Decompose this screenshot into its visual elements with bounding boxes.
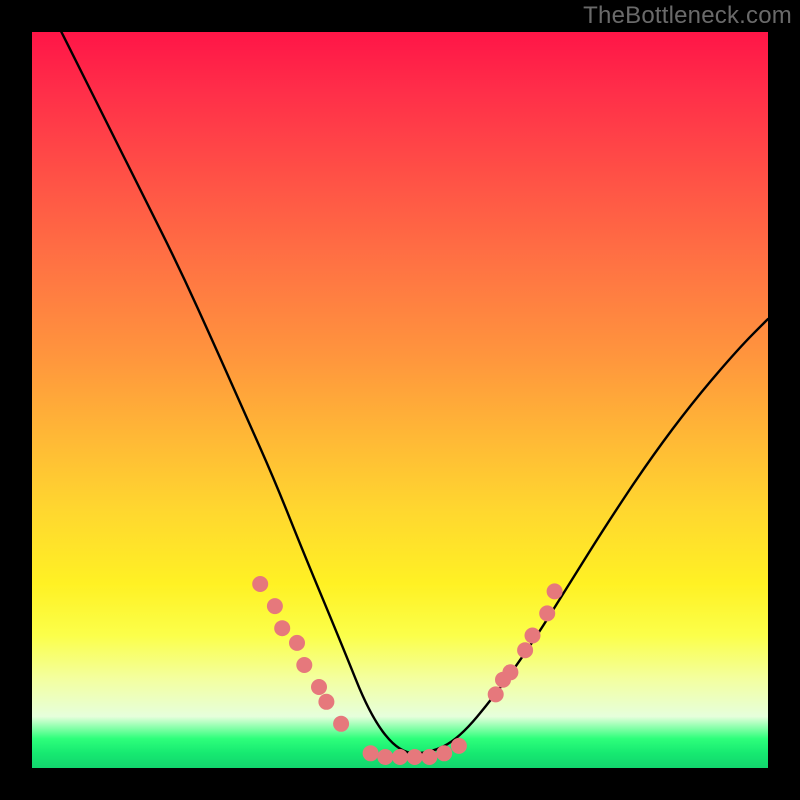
data-point: [377, 749, 393, 765]
chart-frame: TheBottleneck.com: [0, 0, 800, 800]
data-point: [421, 749, 437, 765]
highlight-dots: [252, 576, 562, 765]
data-point: [488, 686, 504, 702]
data-point: [502, 664, 518, 680]
data-point: [451, 738, 467, 754]
data-point: [267, 598, 283, 614]
data-point: [311, 679, 327, 695]
data-point: [407, 749, 423, 765]
data-point: [517, 642, 533, 658]
data-point: [318, 694, 334, 710]
data-point: [392, 749, 408, 765]
data-point: [547, 583, 563, 599]
data-point: [363, 745, 379, 761]
data-point: [333, 716, 349, 732]
data-point: [539, 605, 555, 621]
data-point: [252, 576, 268, 592]
data-point: [289, 635, 305, 651]
bottleneck-curve: [61, 32, 768, 753]
data-point: [436, 745, 452, 761]
watermark-text: TheBottleneck.com: [583, 2, 792, 30]
data-point: [525, 628, 541, 644]
plot-area: [32, 32, 768, 768]
chart-svg: [32, 32, 768, 768]
data-point: [296, 657, 312, 673]
data-point: [274, 620, 290, 636]
